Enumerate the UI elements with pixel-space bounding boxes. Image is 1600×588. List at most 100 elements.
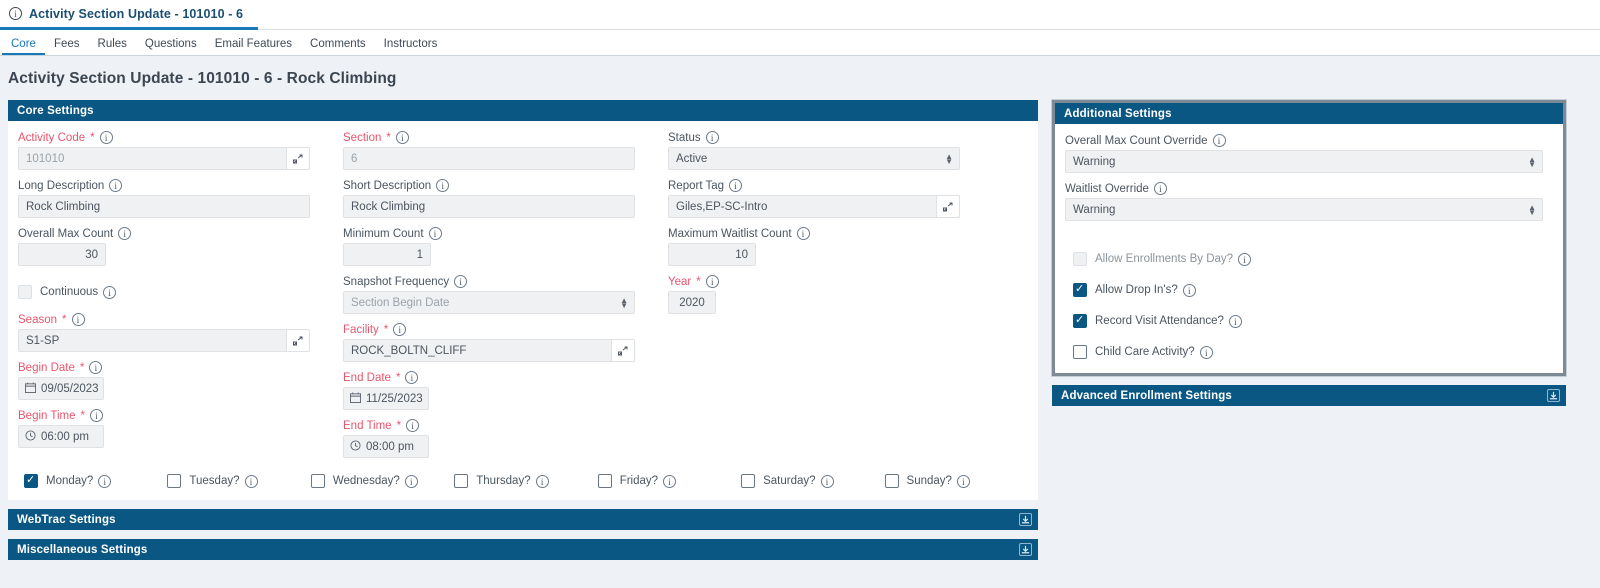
core-settings-body: Activity Code* 101010 — [8, 121, 1038, 500]
input-end-date[interactable]: 11/25/2023 — [343, 387, 429, 410]
field-allow-enrollments-by-day: Allow Enrollments By Day? — [1073, 252, 1553, 267]
input-long-description[interactable]: Rock Climbing — [18, 195, 310, 218]
label-child-care-activity: Child Care Activity? — [1095, 345, 1213, 360]
input-year[interactable]: 2020 — [668, 291, 716, 314]
info-circle-icon — [1153, 182, 1167, 196]
input-overall-max-count[interactable]: 30 — [18, 243, 106, 266]
required-asterisk: * — [395, 371, 401, 384]
field-monday: Monday? — [24, 472, 167, 489]
checkbox-saturday[interactable] — [741, 474, 756, 488]
checkbox-record-visit-attendance[interactable] — [1073, 312, 1087, 328]
input-activity-code[interactable]: 101010 — [18, 147, 310, 170]
panel-header-additional-settings[interactable]: Additional Settings — [1055, 103, 1563, 124]
input-begin-time[interactable]: 06:00 pm — [18, 425, 104, 448]
select-snapshot-frequency[interactable]: Section Begin Date ▲ ▼ — [343, 291, 635, 314]
field-report-tag: Report Tag Giles,EP-SC-Intro — [668, 179, 972, 218]
label-long-description: Long Description — [18, 179, 322, 193]
tab-instructors[interactable]: Instructors — [375, 38, 447, 55]
input-maximum-waitlist-count[interactable]: 10 — [668, 243, 756, 266]
info-circle-icon — [405, 371, 419, 385]
lookup-icon[interactable] — [286, 329, 310, 352]
lookup-icon[interactable] — [611, 339, 635, 362]
select-status[interactable]: Active ▲ ▼ — [668, 147, 960, 170]
info-circle-icon — [393, 323, 407, 337]
spinner-arrows-icon[interactable]: ▲ ▼ — [945, 152, 953, 165]
required-asterisk: * — [62, 313, 67, 326]
label-facility: Facility * — [343, 323, 647, 337]
select-waitlist-override[interactable]: Warning ▲ ▼ — [1065, 198, 1543, 221]
additional-settings-body: Overall Max Count Override Warning ▲▼ Wa… — [1055, 124, 1563, 373]
tab-comments[interactable]: Comments — [301, 38, 375, 55]
panel-header-advanced-enrollment-settings[interactable]: Advanced Enrollment Settings — [1052, 385, 1566, 406]
field-saturday: Saturday? — [741, 474, 884, 489]
page-title: Activity Section Update - 101010 - 6 - R… — [8, 70, 397, 87]
label-end-time: End Time * — [343, 419, 647, 433]
checkbox-tuesday[interactable] — [167, 474, 182, 488]
input-minimum-count[interactable]: 1 — [343, 243, 431, 266]
expand-down-icon[interactable] — [1019, 543, 1032, 556]
checkbox-allow-drop-ins[interactable] — [1073, 281, 1087, 297]
label-overall-max-count: Overall Max Count — [18, 227, 322, 241]
lookup-icon[interactable] — [936, 195, 960, 218]
label-allow-enrollments-by-day: Allow Enrollments By Day? — [1095, 252, 1252, 267]
input-short-description[interactable]: Rock Climbing — [343, 195, 635, 218]
required-asterisk: * — [79, 361, 85, 374]
field-friday: Friday? — [597, 474, 741, 489]
tab-core[interactable]: Core — [2, 38, 45, 55]
input-section[interactable]: 6 — [343, 147, 635, 170]
input-season[interactable]: S1-SP — [18, 329, 310, 352]
panel-header-webtrac-settings[interactable]: WebTrac Settings — [8, 509, 1038, 530]
checkbox-allow-enrollments-by-day[interactable] — [1073, 252, 1087, 266]
label-overall-max-count-override: Overall Max Count Override — [1065, 134, 1553, 148]
checkbox-child-care-activity[interactable] — [1073, 345, 1087, 359]
input-report-tag[interactable]: Giles,EP-SC-Intro — [668, 195, 960, 218]
field-sunday: Sunday? — [884, 474, 1028, 489]
checkbox-wednesday[interactable] — [310, 474, 325, 488]
info-circle-icon — [1212, 134, 1226, 148]
required-asterisk: * — [396, 419, 402, 432]
info-circle-icon — [705, 275, 719, 289]
label-record-visit-attendance: Record Visit Attendance? — [1095, 314, 1242, 329]
window-tab-strip: Activity Section Update - 101010 - 6 — [0, 0, 1600, 30]
tab-questions[interactable]: Questions — [136, 38, 206, 55]
field-tuesday: Tuesday? — [167, 474, 310, 489]
checkbox-friday[interactable] — [597, 474, 612, 488]
info-circle-icon — [1182, 283, 1196, 298]
expand-down-icon[interactable] — [1019, 513, 1032, 526]
label-snapshot-frequency: Snapshot Frequency — [343, 275, 647, 289]
input-end-time[interactable]: 08:00 pm — [343, 435, 429, 458]
input-facility[interactable]: ROCK_BOLTN_CLIFF — [343, 339, 635, 362]
tab-fees[interactable]: Fees — [45, 38, 89, 55]
spinner-arrows-icon[interactable]: ▲ ▼ — [1528, 155, 1536, 168]
checkbox-monday[interactable] — [24, 472, 38, 488]
expand-down-icon[interactable] — [1547, 389, 1560, 402]
checkbox-continuous[interactable] — [18, 285, 32, 299]
label-status: Status — [668, 131, 972, 145]
field-snapshot-frequency: Snapshot Frequency Section Begin Date ▲▼ — [343, 275, 647, 314]
label-sunday: Sunday? — [907, 474, 970, 489]
info-circle-icon — [1199, 345, 1213, 360]
checkbox-thursday[interactable] — [454, 474, 469, 488]
tab-rules[interactable]: Rules — [89, 38, 136, 55]
focus-ring-additional-settings: Additional Settings Overall Max Count Ov… — [1052, 100, 1566, 376]
select-overall-max-count-override[interactable]: Warning ▲ ▼ — [1065, 150, 1543, 173]
field-begin-date: Begin Date* 09/05/2023 — [18, 361, 322, 400]
spinner-arrows-icon[interactable]: ▲ ▼ — [620, 296, 628, 309]
info-circle-icon — [820, 474, 834, 489]
lookup-icon[interactable] — [286, 147, 310, 170]
panel-title-webtrac-settings: WebTrac Settings — [17, 513, 116, 526]
panel-header-miscellaneous-settings[interactable]: Miscellaneous Settings — [8, 539, 1038, 560]
spinner-arrows-icon[interactable]: ▲ ▼ — [1528, 203, 1536, 216]
info-circle-icon — [454, 275, 468, 289]
document-tab-activity-section-update[interactable]: Activity Section Update - 101010 - 6 — [0, 0, 258, 30]
info-circle-icon — [89, 361, 103, 375]
panel-header-core-settings[interactable]: Core Settings — [8, 100, 1038, 121]
tab-email-features[interactable]: Email Features — [206, 38, 301, 55]
label-minimum-count: Minimum Count — [343, 227, 647, 241]
info-circle-icon — [98, 474, 112, 489]
checkbox-sunday[interactable] — [884, 474, 899, 488]
input-begin-date[interactable]: 09/05/2023 — [18, 377, 104, 400]
required-asterisk: * — [90, 131, 95, 144]
field-overall-max-count-override: Overall Max Count Override Warning ▲▼ — [1065, 134, 1553, 173]
